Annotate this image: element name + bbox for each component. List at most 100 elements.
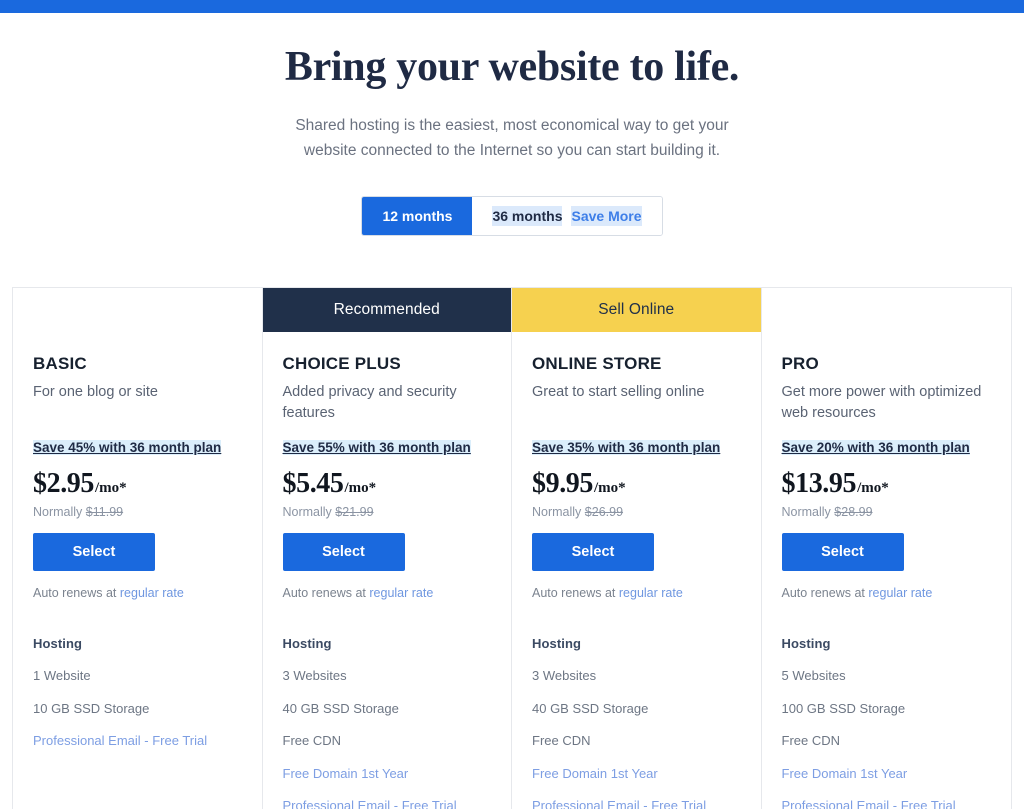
feature-item: 3 Websites bbox=[532, 668, 597, 683]
select-button[interactable]: Select bbox=[33, 533, 155, 571]
plan-price: $9.95 /mo* bbox=[532, 468, 741, 500]
pricing-card: Sell Online ONLINE STORE Great to start … bbox=[512, 288, 762, 809]
save-more-badge: Save More bbox=[571, 205, 642, 226]
card-body: ONLINE STORE Great to start selling onli… bbox=[512, 332, 761, 809]
feature-item: 40 GB SSD Storage bbox=[532, 700, 649, 716]
auto-renew-prefix: Auto renews at bbox=[781, 586, 865, 600]
feature-item[interactable]: Professional Email - Free Trial bbox=[532, 798, 741, 809]
regular-rate-link[interactable]: regular rate bbox=[619, 586, 683, 600]
toggle-option-12-months-label: 12 months bbox=[382, 207, 453, 224]
normally-label: Normally bbox=[33, 505, 83, 519]
normally-struck-price: $28.99 bbox=[834, 505, 873, 519]
feature-item: 1 Website bbox=[33, 668, 91, 683]
feature-item: 5 Websites bbox=[781, 668, 846, 683]
normally-price: Normally $11.99 bbox=[33, 505, 242, 519]
feature-item[interactable]: Professional Email - Free Trial bbox=[782, 798, 992, 809]
feature-list-heading: Hosting bbox=[781, 636, 831, 651]
feature-item: Free CDN bbox=[781, 733, 841, 749]
plan-tagline: Added privacy and security features bbox=[282, 384, 457, 421]
auto-renew-note: Auto renews at regular rate bbox=[532, 586, 741, 600]
plan-name: BASIC bbox=[33, 354, 87, 373]
card-body: BASIC For one blog or site Save 45% with… bbox=[13, 332, 262, 769]
price-amount: $13.95 bbox=[781, 468, 857, 499]
normally-label: Normally bbox=[532, 505, 582, 519]
select-button[interactable]: Select bbox=[781, 533, 904, 571]
plan-tagline: For one blog or site bbox=[33, 384, 158, 400]
plan-price: $5.45 /mo* bbox=[283, 468, 492, 500]
save-discount-link[interactable]: Save 35% with 36 month plan bbox=[532, 440, 721, 455]
card-body: CHOICE PLUS Added privacy and security f… bbox=[263, 332, 512, 809]
normally-price: Normally $26.99 bbox=[532, 505, 741, 519]
feature-item: Free CDN bbox=[532, 733, 591, 749]
auto-renew-prefix: Auto renews at bbox=[282, 586, 366, 600]
term-toggle-wrap: 12 months 36 months Save More bbox=[0, 195, 1024, 236]
price-amount: $9.95 bbox=[532, 468, 594, 499]
term-toggle[interactable]: 12 months 36 months Save More bbox=[361, 195, 663, 236]
select-button[interactable]: Select bbox=[532, 533, 654, 571]
feature-item: 40 GB SSD Storage bbox=[282, 700, 399, 716]
price-suffix: /mo* bbox=[857, 480, 889, 496]
normally-price: Normally $21.99 bbox=[283, 505, 492, 519]
price-amount: $2.95 bbox=[33, 468, 95, 499]
regular-rate-link[interactable]: regular rate bbox=[868, 586, 932, 600]
normally-struck-price: $11.99 bbox=[85, 505, 124, 519]
auto-renew-note: Auto renews at regular rate bbox=[283, 586, 492, 600]
save-discount-link[interactable]: Save 55% with 36 month plan bbox=[282, 440, 471, 455]
card-ribbon: Recommended bbox=[262, 288, 511, 332]
feature-item: 100 GB SSD Storage bbox=[781, 700, 906, 716]
toggle-option-36-months-label: 36 months bbox=[492, 205, 563, 226]
card-body: PRO Get more power with optimized web re… bbox=[762, 332, 1012, 809]
auto-renew-note: Auto renews at regular rate bbox=[782, 586, 992, 600]
select-button[interactable]: Select bbox=[282, 533, 405, 571]
card-ribbon-label: Sell Online bbox=[598, 301, 675, 318]
normally-struck-price: $26.99 bbox=[584, 505, 624, 519]
feature-list: Hosting 5 Websites 100 GB SSD Storage Free… bbox=[782, 636, 992, 809]
auto-renew-prefix: Auto renews at bbox=[532, 586, 616, 600]
feature-item: 10 GB SSD Storage bbox=[33, 700, 150, 716]
price-suffix: /mo* bbox=[344, 480, 377, 496]
top-blue-bar bbox=[0, 0, 1024, 13]
feature-item[interactable]: Professional Email - Free Trial bbox=[33, 733, 242, 749]
page-title: Bring your website to life. bbox=[284, 44, 740, 90]
plan-name: PRO bbox=[781, 354, 819, 373]
price-amount: $5.45 bbox=[282, 468, 344, 499]
feature-item[interactable]: Free Domain 1st Year bbox=[283, 766, 492, 782]
card-ribbon bbox=[13, 288, 262, 332]
feature-list: Hosting 1 Website 10 GB SSD Storage Profes… bbox=[33, 636, 242, 769]
card-ribbon: Sell Online bbox=[512, 288, 761, 332]
regular-rate-link[interactable]: regular rate bbox=[369, 586, 433, 600]
auto-renew-note: Auto renews at regular rate bbox=[33, 586, 242, 600]
feature-list: Hosting 3 Websites 40 GB SSD Storage Free … bbox=[283, 636, 492, 809]
plan-price: $2.95 /mo* bbox=[33, 468, 242, 500]
pricing-cards: BASIC For one blog or site Save 45% with… bbox=[12, 287, 1012, 809]
toggle-option-12-months[interactable]: 12 months bbox=[362, 196, 473, 235]
feature-list: Hosting 3 Websites 40 GB SSD Storage Free … bbox=[532, 636, 741, 809]
page-subtitle: Shared hosting is the easiest, most econ… bbox=[295, 117, 729, 160]
feature-item[interactable]: Free Domain 1st Year bbox=[532, 766, 741, 782]
normally-struck-price: $21.99 bbox=[335, 505, 374, 519]
save-discount-link[interactable]: Save 20% with 36 month plan bbox=[781, 440, 970, 455]
save-discount-link[interactable]: Save 45% with 36 month plan bbox=[33, 440, 222, 455]
feature-item: 3 Websites bbox=[282, 668, 347, 683]
plan-tagline: Great to start selling online bbox=[532, 384, 705, 400]
plan-name: ONLINE STORE bbox=[532, 354, 662, 373]
feature-item[interactable]: Professional Email - Free Trial bbox=[283, 798, 492, 809]
plan-tagline: Get more power with optimized web resour… bbox=[781, 384, 982, 421]
feature-list-heading: Hosting bbox=[282, 636, 332, 651]
plan-name: CHOICE PLUS bbox=[282, 354, 401, 373]
toggle-option-36-months[interactable]: 36 months Save More bbox=[472, 196, 662, 235]
feature-list-heading: Hosting bbox=[532, 636, 582, 651]
pricing-card: Recommended CHOICE PLUS Added privacy an… bbox=[262, 288, 512, 809]
normally-label: Normally bbox=[282, 505, 332, 519]
pricing-card: PRO Get more power with optimized web re… bbox=[761, 288, 1012, 809]
hero-section: Bring your website to life. Shared hosti… bbox=[0, 13, 1024, 236]
plan-price: $13.95 /mo* bbox=[782, 468, 992, 500]
card-ribbon-label: Recommended bbox=[333, 301, 440, 318]
feature-item[interactable]: Free Domain 1st Year bbox=[782, 766, 992, 782]
feature-item: Free CDN bbox=[282, 733, 342, 749]
normally-price: Normally $28.99 bbox=[782, 505, 992, 519]
price-suffix: /mo* bbox=[95, 480, 127, 496]
feature-list-heading: Hosting bbox=[33, 636, 83, 651]
normally-label: Normally bbox=[781, 505, 831, 519]
regular-rate-link[interactable]: regular rate bbox=[120, 586, 184, 600]
